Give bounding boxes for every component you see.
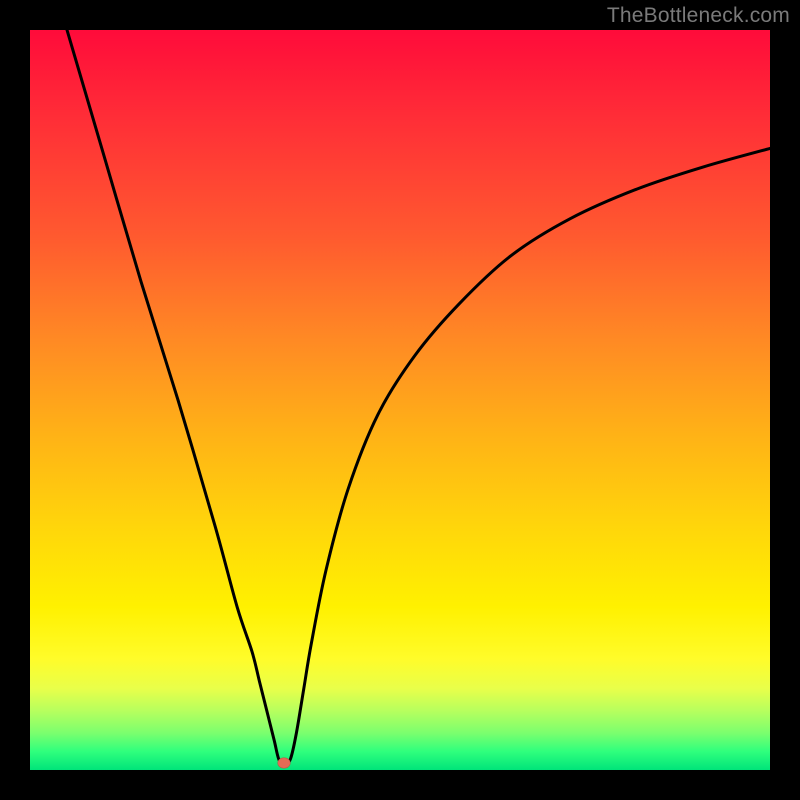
watermark-text: TheBottleneck.com (607, 4, 790, 28)
gradient-background (30, 30, 770, 770)
optimum-marker (277, 757, 290, 768)
chart-frame: TheBottleneck.com (0, 0, 800, 800)
plot-area (30, 30, 770, 770)
